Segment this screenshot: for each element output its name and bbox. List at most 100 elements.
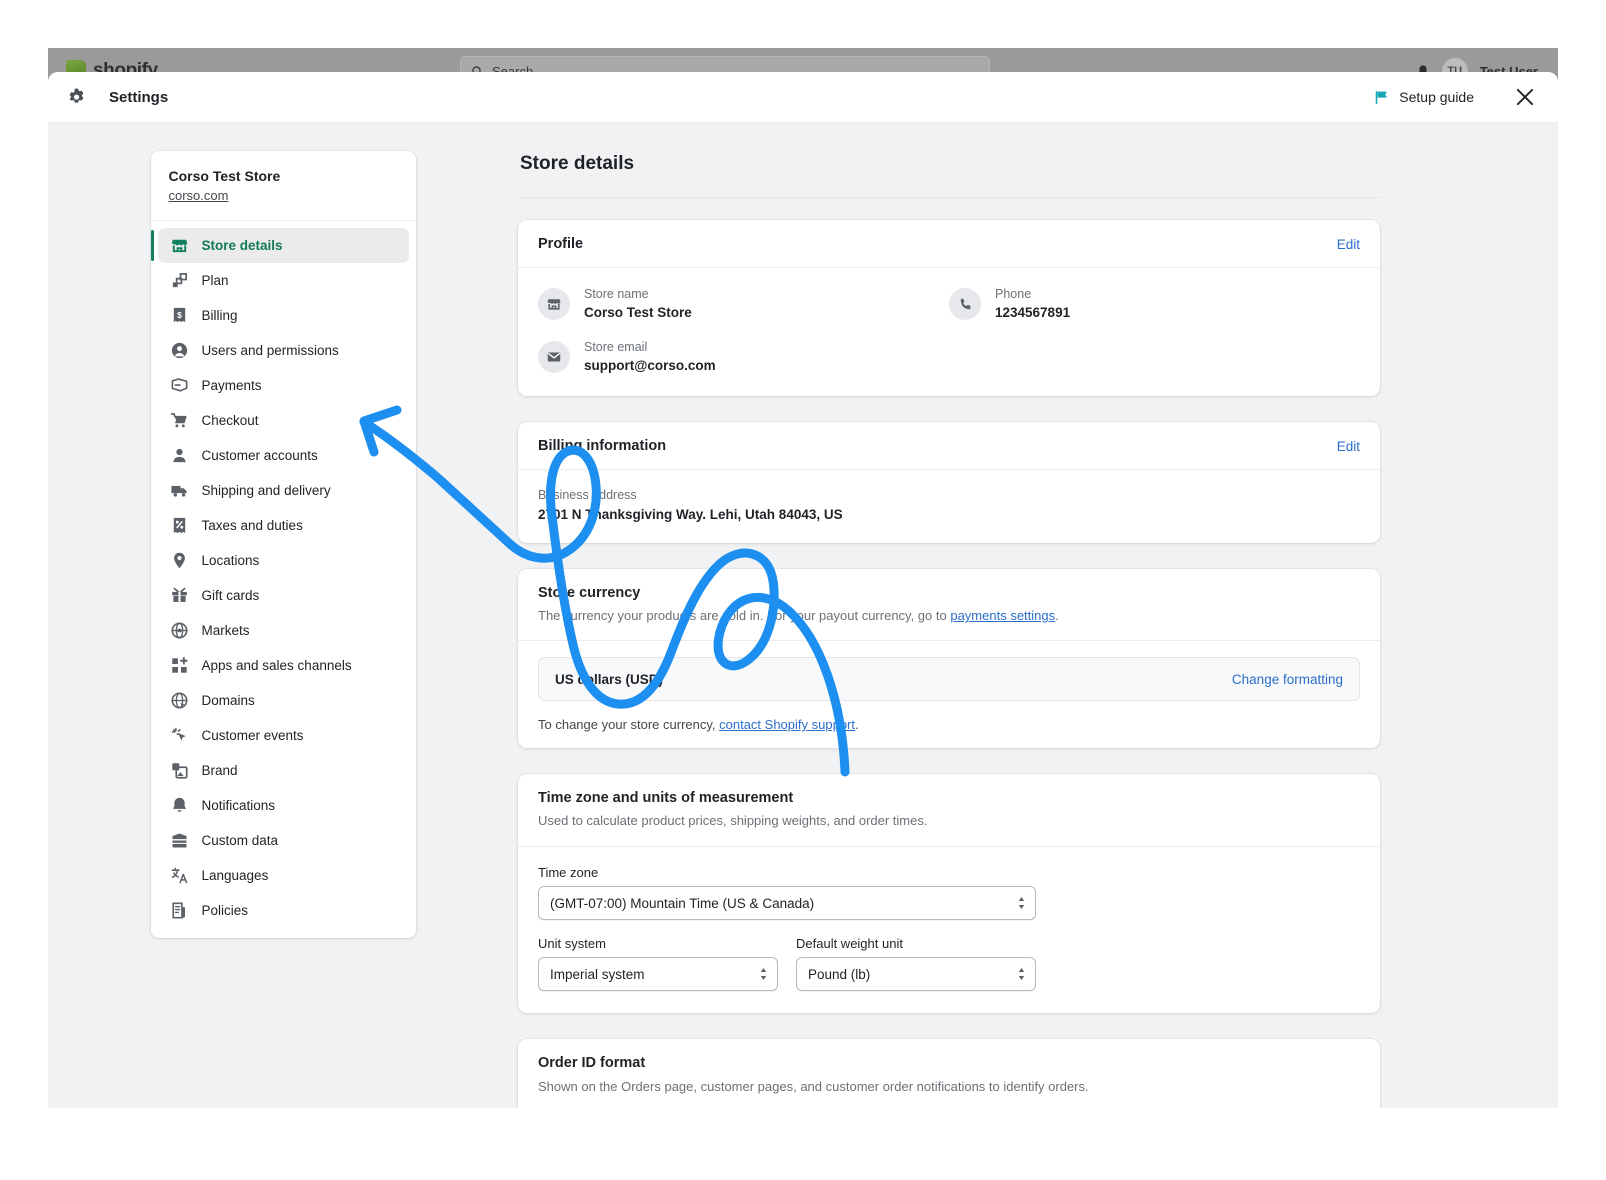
sidebar-item-customer-events[interactable]: Customer events (158, 718, 409, 753)
sidebar-item-label: Users and permissions (201, 343, 339, 358)
profile-edit-link[interactable]: Edit (1337, 237, 1360, 252)
timezone-card-header: Time zone and units of measurement Used … (518, 774, 1380, 847)
setup-guide-button[interactable]: Setup guide (1373, 89, 1474, 106)
image-icon (171, 763, 188, 779)
envelope-icon (547, 352, 561, 362)
store-name-label: Corso Test Store (168, 168, 281, 184)
sidebar-item-brand[interactable]: Brand (158, 753, 409, 788)
billing-card-body: Business address 2701 N Thanksgiving Way… (518, 470, 1380, 543)
database-icon (171, 833, 187, 848)
sidebar-item-custom-data[interactable]: Custom data (158, 823, 409, 858)
store-name-label: Store name (584, 287, 649, 301)
sidebar-item-notifications[interactable]: Notifications (158, 788, 409, 823)
sidebar-item-label: Plan (201, 273, 229, 288)
stepper-icon (1018, 968, 1025, 980)
plan-icon (172, 272, 187, 288)
currency-card-header: Store currency The currency your product… (518, 569, 1380, 641)
svg-text:$: $ (177, 310, 182, 320)
timezone-units-card: Time zone and units of measurement Used … (518, 774, 1380, 1013)
phone-icon (960, 298, 970, 309)
sidebar-item-shipping-and-delivery[interactable]: Shipping and delivery (158, 473, 409, 508)
profile-card-title: Profile (538, 236, 584, 252)
sidebar-item-label: Billing (201, 308, 238, 323)
billing-icon: $ (173, 307, 185, 323)
business-address-label: Business address (538, 488, 637, 502)
sidebar-item-domains[interactable]: Domains (158, 683, 409, 718)
sidebar-item-customer-accounts[interactable]: Customer accounts (158, 438, 409, 473)
flag-icon (1375, 90, 1387, 104)
sidebar-item-label: Payments (201, 378, 262, 393)
sidebar-item-label: Markets (201, 623, 250, 638)
unit-system-select[interactable]: Imperial system (538, 957, 778, 991)
sidebar-item-label: Gift cards (201, 588, 260, 603)
percent-receipt-icon (173, 517, 185, 534)
store-email-field: Store email support@corso.com (538, 339, 949, 376)
store-name-field: Store name Corso Test Store (538, 286, 949, 323)
sidebar-item-label: Taxes and duties (201, 518, 303, 533)
sidebar-item-plan[interactable]: Plan (158, 263, 409, 298)
timezone-select-value: (GMT-07:00) Mountain Time (US & Canada) (550, 895, 815, 911)
modal-header-left: Settings (66, 87, 168, 108)
sidebar-item-markets[interactable]: Markets (158, 613, 409, 648)
currency-note: To change your store currency, contact S… (538, 717, 1360, 732)
change-formatting-link[interactable]: Change formatting (1232, 672, 1343, 687)
billing-card-header: Billing information Edit (518, 422, 1380, 470)
unit-system-value: Imperial system (550, 966, 645, 982)
currency-desc-after: . (1055, 608, 1059, 623)
timezone-select[interactable]: (GMT-07:00) Mountain Time (US & Canada) (538, 886, 1036, 920)
profile-card-header: Profile Edit (518, 220, 1380, 268)
sidebar-item-label: Checkout (201, 413, 259, 428)
store-url-link[interactable]: corso.com (169, 186, 398, 206)
sidebar-item-policies[interactable]: Policies (158, 893, 409, 928)
payments-settings-link[interactable]: payments settings (950, 608, 1055, 623)
store-email-value: support@corso.com (584, 358, 716, 373)
sidebar-item-label: Notifications (201, 798, 276, 813)
billing-information-card: Billing information Edit Business addres… (518, 422, 1380, 543)
setup-guide-label: Setup guide (1399, 89, 1474, 105)
timezone-card-body: Time zone (GMT-07:00) Mountain Time (US … (518, 847, 1380, 1013)
stepper-icon (760, 968, 767, 980)
currency-note-after: . (854, 717, 859, 732)
user-circle-icon (171, 342, 187, 359)
sidebar-item-store-details[interactable]: Store details (150, 228, 409, 263)
close-icon[interactable] (1514, 86, 1536, 108)
sidebar-item-label: Domains (201, 693, 255, 708)
globe-markets-icon (170, 622, 188, 639)
profile-card: Profile Edit Store name Corso Test Store… (518, 220, 1380, 396)
sidebar-item-label: Customer events (201, 728, 304, 743)
timezone-field-label: Time zone (538, 865, 599, 880)
weight-unit-value: Pound (lb) (808, 966, 871, 982)
profile-fields-grid: Store name Corso Test Store Phone 123456… (538, 286, 1360, 376)
unit-fields-row: Unit system Imperial system Default weig… (538, 936, 1360, 991)
sidebar-item-checkout[interactable]: Checkout (158, 403, 409, 438)
currency-desc-before: The currency your products are sold in. … (538, 608, 951, 623)
settings-modal-body: Corso Test Store corso.com Store details (48, 123, 1558, 1108)
document-icon (171, 902, 185, 919)
sidebar-item-label: Apps and sales channels (201, 658, 352, 673)
sidebar-item-languages[interactable]: Languages (158, 858, 409, 893)
sidebar-item-users-and-permissions[interactable]: Users and permissions (158, 333, 409, 368)
phone-field: Phone 1234567891 (949, 286, 1360, 323)
order-id-description: Shown on the Orders page, customer pages… (538, 1079, 1089, 1094)
billing-edit-link[interactable]: Edit (1337, 439, 1360, 454)
currency-value: US dollars (USD) (555, 671, 664, 687)
unit-system-label: Unit system (538, 936, 606, 951)
sidebar-item-label: Customer accounts (201, 448, 318, 463)
person-icon (172, 448, 186, 463)
sidebar-item-apps-and-sales-channels[interactable]: Apps and sales channels (158, 648, 409, 683)
sidebar-item-payments[interactable]: Payments (158, 368, 409, 403)
contact-shopify-support-link[interactable]: contact Shopify support (719, 717, 855, 732)
currency-value-row: US dollars (USD) Change formatting (538, 657, 1360, 701)
sidebar-item-taxes-and-duties[interactable]: Taxes and duties (158, 508, 409, 543)
sidebar-item-locations[interactable]: Locations (158, 543, 409, 578)
email-icon-bubble (538, 341, 570, 373)
sidebar-item-gift-cards[interactable]: Gift cards (158, 578, 409, 613)
currency-note-before: To change your store currency, (538, 717, 720, 732)
billing-card-title: Billing information (538, 438, 667, 454)
sidebar-wrapper: Corso Test Store corso.com Store details (48, 151, 518, 1108)
weight-unit-select[interactable]: Pound (lb) (796, 957, 1036, 991)
unit-system-field: Unit system Imperial system (538, 936, 778, 991)
sidebar-item-billing[interactable]: $ Billing (158, 298, 409, 333)
stepper-icon (1018, 897, 1025, 909)
order-id-card-title: Order ID format (538, 1055, 646, 1071)
